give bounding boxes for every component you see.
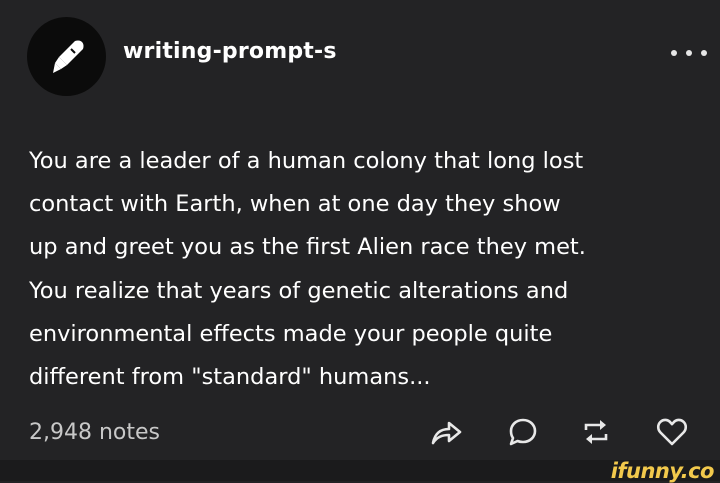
dot bbox=[701, 50, 707, 56]
like-button[interactable] bbox=[654, 414, 690, 450]
post-text-line: environmental effects made your people q… bbox=[29, 320, 553, 347]
ifunny-watermark-logo: ifunny.co bbox=[610, 459, 715, 483]
post-footer: 2,948 notes bbox=[29, 412, 693, 452]
reply-button[interactable] bbox=[505, 414, 541, 450]
post-text-line: different from "standard" humans... bbox=[29, 364, 431, 391]
blog-name-link[interactable]: writing-prompt-s bbox=[123, 39, 337, 64]
reblog-button[interactable] bbox=[578, 414, 614, 450]
post-text-line: contact with Earth, when at one day they… bbox=[29, 191, 561, 218]
avatar[interactable] bbox=[27, 17, 106, 96]
post-card: writing-prompt-s You are a leader of a h… bbox=[0, 0, 720, 460]
like-icon bbox=[656, 418, 688, 446]
share-icon bbox=[431, 421, 462, 445]
post-body: You are a leader of a human colony that … bbox=[29, 140, 689, 399]
post-text-line: You are a leader of a human colony that … bbox=[29, 148, 584, 174]
post-actions bbox=[428, 414, 693, 450]
quill-pen-icon bbox=[52, 39, 84, 73]
dot bbox=[671, 50, 677, 56]
share-button[interactable] bbox=[428, 414, 464, 450]
reblog-icon bbox=[584, 420, 608, 444]
watermark-bar: ifunny.co bbox=[0, 459, 720, 483]
post-text-line: up and greet you as the first Alien race… bbox=[29, 234, 586, 261]
more-options-icon[interactable] bbox=[671, 43, 707, 63]
notes-count[interactable]: 2,948 notes bbox=[29, 420, 160, 445]
post-text-line: You realize that years of genetic altera… bbox=[29, 277, 569, 304]
dot bbox=[686, 50, 692, 56]
reply-icon bbox=[509, 418, 537, 446]
post-header: writing-prompt-s bbox=[27, 17, 707, 96]
